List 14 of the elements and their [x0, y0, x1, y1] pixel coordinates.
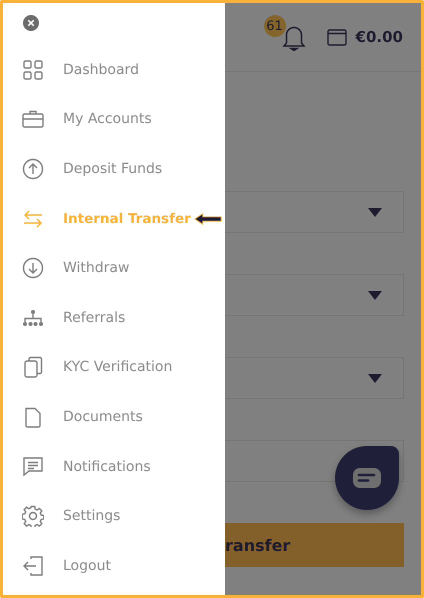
transfer-button[interactable]: ransfer: [225, 523, 404, 567]
menu-item[interactable]: Internal Transfer: [3, 194, 225, 244]
menu-item[interactable]: KYC Verification: [3, 342, 225, 392]
menu-item[interactable]: Logout: [3, 540, 225, 591]
menu-item[interactable]: My Accounts: [3, 94, 225, 144]
menu-item[interactable]: Notifications: [3, 442, 225, 492]
menu-item[interactable]: Documents: [3, 392, 225, 442]
menu-item[interactable]: Referrals: [3, 292, 225, 343]
balance-amount: €0.00: [356, 28, 403, 46]
menu-item[interactable]: Settings: [3, 491, 225, 541]
notification-badge: 61: [264, 15, 286, 37]
menu-item[interactable]: Dashboard: [3, 45, 225, 95]
menu-item[interactable]: Withdraw: [3, 243, 225, 293]
menu-item[interactable]: Deposit Funds: [3, 144, 225, 194]
